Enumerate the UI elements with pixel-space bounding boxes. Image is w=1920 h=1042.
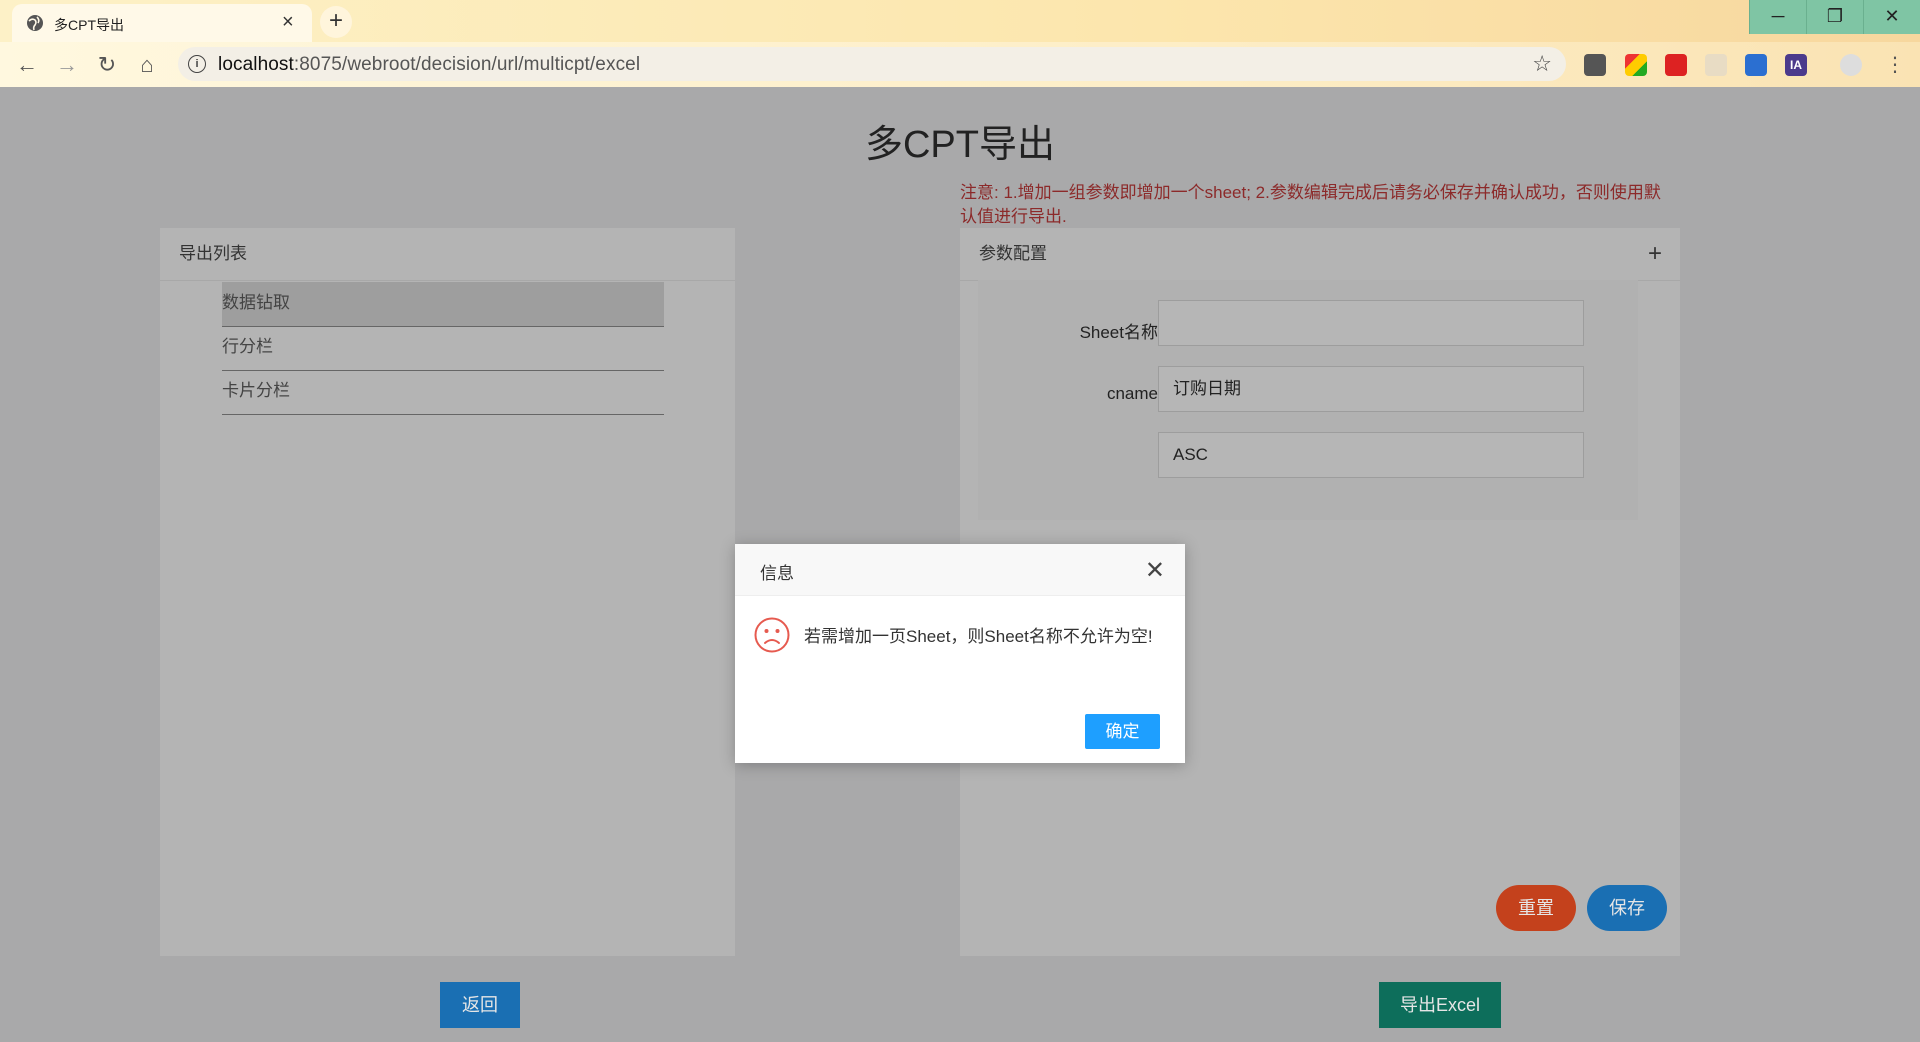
dialog-ok-button[interactable]: 确定 [1085,714,1160,749]
param-form: Sheet名称 cname 订购日期 ASC [978,280,1638,520]
globe-icon [27,15,43,31]
dialog-close-icon[interactable]: ✕ [1145,556,1165,585]
page: 多CPT导出 注意: 1.增加一组参数即增加一个sheet; 2.参数编辑完成后… [0,87,1920,1042]
browser-toolbar: ← → ↻ ⌂ i localhost:8075/webroot/decisio… [0,42,1920,87]
window-controls: ─ ❐ ✕ [1749,0,1920,34]
back-button[interactable]: 返回 [440,982,520,1028]
list-item[interactable]: 卡片分栏 [222,370,664,415]
export-list-header: 导出列表 [160,228,735,281]
page-title: 多CPT导出 [864,124,1055,166]
site-info-icon[interactable]: i [188,55,206,73]
maximize-button[interactable]: ❐ [1806,0,1863,34]
back-icon[interactable]: ← [12,50,42,80]
window-close-button[interactable]: ✕ [1863,0,1920,34]
extension-icon-4[interactable] [1705,54,1727,76]
url-path: :8075/webroot/decision/url/multicpt/exce… [293,54,641,75]
url-host: localhost [218,54,294,75]
export-excel-button[interactable]: 导出Excel [1379,982,1501,1028]
tab-close-icon[interactable]: × [282,11,294,34]
extension-icon-1[interactable] [1584,54,1606,76]
list-item[interactable]: 数据钻取 [222,282,664,327]
cname-label: cname [1106,384,1158,403]
dialog-title: 信息 [760,564,794,583]
reload-icon[interactable]: ↻ [92,50,122,80]
param-config-header: 参数配置 + [960,228,1680,281]
info-dialog: 信息 ✕ 若需增加一页Sheet，则Sheet名称不允许为空! 确定 [735,544,1185,763]
address-bar[interactable]: i localhost:8075/webroot/decision/url/mu… [178,47,1566,81]
bookmark-star-icon[interactable]: ☆ [1532,51,1552,77]
home-icon[interactable]: ⌂ [132,50,162,80]
export-list-panel: 导出列表 数据钻取 行分栏 卡片分栏 [160,228,735,956]
new-tab-button[interactable]: + [320,6,352,38]
order-input[interactable]: ASC [1158,432,1584,478]
param-config-title: 参数配置 [979,244,1047,263]
dialog-message: 若需增加一页Sheet，则Sheet名称不允许为空! [804,627,1153,646]
browser-tabstrip: 多CPT导出 × + ─ ❐ ✕ [0,0,1920,42]
reset-button[interactable]: 重置 [1496,885,1576,931]
extension-icon-2[interactable] [1625,54,1647,76]
sad-face-icon [754,617,790,653]
extension-icon-3[interactable] [1665,54,1687,76]
list-item[interactable]: 行分栏 [222,326,664,371]
sheet-name-label: Sheet名称 [1079,323,1158,342]
notice-text: 注意: 1.增加一组参数即增加一个sheet; 2.参数编辑完成后请务必保存并确… [960,183,1661,226]
extension-ia-icon[interactable]: IA [1785,54,1807,76]
extension-icon-5[interactable] [1745,54,1767,76]
tab-title: 多CPT导出 [54,17,124,33]
forward-icon[interactable]: → [52,50,82,80]
cname-input[interactable]: 订购日期 [1158,366,1584,412]
dialog-header: 信息 ✕ [735,544,1185,596]
menu-kebab-icon[interactable]: ⋮ [1880,50,1910,80]
add-param-button[interactable]: + [1648,228,1662,280]
save-button[interactable]: 保存 [1587,885,1667,931]
sheet-name-input[interactable] [1158,300,1584,346]
url-text[interactable]: localhost:8075/webroot/decision/url/mult… [218,54,640,76]
browser-tab[interactable]: 多CPT导出 × [12,4,312,42]
minimize-button[interactable]: ─ [1749,0,1806,34]
profile-avatar[interactable] [1840,54,1862,76]
